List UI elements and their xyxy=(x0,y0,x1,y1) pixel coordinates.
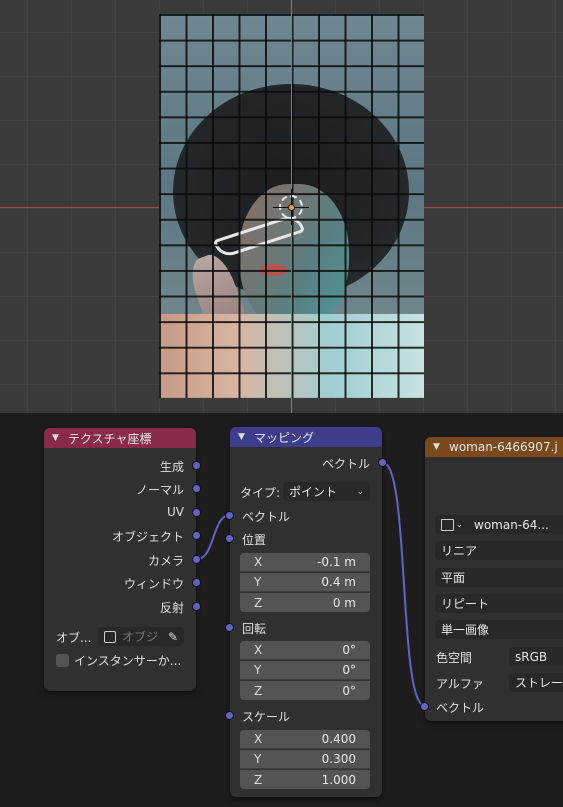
interpolation-dropdown[interactable]: リニア xyxy=(435,541,563,560)
color-space-label: 色空間 xyxy=(436,651,473,665)
socket-generated[interactable] xyxy=(192,461,201,470)
socket-vector-input[interactable] xyxy=(420,702,429,711)
chevron-down-icon: ⌄ xyxy=(356,486,364,497)
3d-viewport[interactable] xyxy=(0,0,563,413)
link-vector-to-image xyxy=(382,462,426,707)
output-uv: UV xyxy=(167,505,184,519)
axis-label: Z xyxy=(254,595,263,610)
collapse-chevron-icon[interactable]: ▼ xyxy=(433,442,443,452)
object-cube-icon xyxy=(104,630,116,643)
field-value: 0.400 xyxy=(321,732,356,746)
shader-node-editor[interactable]: ▼ テクスチャ座標 生成 ノーマル UV オブジェクト カメラ ウィンドウ 反射… xyxy=(0,413,563,807)
object-origin-icon xyxy=(288,204,295,211)
location-label: 位置 xyxy=(242,533,267,547)
socket-reflection[interactable] xyxy=(192,602,201,611)
rotation-label: 回転 xyxy=(242,622,267,636)
axis-label: Y xyxy=(254,575,262,589)
image-texture-header[interactable]: ▼ woman-6466907.j xyxy=(425,437,563,457)
color-space-dropdown[interactable]: sRGB xyxy=(509,647,563,666)
output-normal: ノーマル xyxy=(135,483,184,497)
projection-dropdown[interactable]: 平面 xyxy=(435,568,563,587)
mapping-header[interactable]: ▼ マッピング xyxy=(230,427,382,447)
field-value: -0.1 m xyxy=(317,555,356,569)
source-dropdown[interactable]: 単一画像 xyxy=(435,620,563,639)
field-value: 0° xyxy=(342,683,356,698)
chevron-down-icon: ⌄ xyxy=(455,519,463,530)
mapping-node[interactable]: ▼ マッピング ベクトル タイプ: ポイント ⌄ ベクトル 位置 X -0.1 m… xyxy=(225,427,387,797)
extension-value: リピート xyxy=(441,597,490,611)
output-window: ウィンドウ xyxy=(123,577,184,591)
collapse-chevron-icon[interactable]: ▼ xyxy=(238,432,248,442)
image-texture-node[interactable]: ▼ woman-6466907.j ⌄ woman-64... リニア 平面 リ… xyxy=(420,437,563,721)
color-space-value: sRGB xyxy=(515,649,548,664)
field-value: 1.000 xyxy=(321,772,356,787)
source-value: 単一画像 xyxy=(441,623,490,637)
field-value: 0° xyxy=(342,643,356,657)
socket-window[interactable] xyxy=(192,578,201,587)
rotation-z-field[interactable]: Z 0° xyxy=(240,681,370,700)
input-vector-label: ベクトル xyxy=(242,510,291,524)
node-title: woman-6466907.j xyxy=(449,440,558,454)
field-value: 0.300 xyxy=(321,752,356,766)
alpha-value: ストレー xyxy=(515,676,563,690)
node-title: マッピング xyxy=(254,430,315,445)
object-placeholder: オブジ xyxy=(122,630,159,644)
vector-input-label: ベクトル xyxy=(436,701,485,715)
axis-label: Y xyxy=(254,663,262,677)
socket-camera[interactable] xyxy=(192,555,201,564)
axis-label: X xyxy=(254,555,263,569)
node-title: テクスチャ座標 xyxy=(68,431,152,446)
texture-coordinate-header[interactable]: ▼ テクスチャ座標 xyxy=(44,428,196,448)
output-reflection: 反射 xyxy=(159,601,184,615)
field-value: 0° xyxy=(342,663,356,677)
scale-label: スケール xyxy=(242,710,291,724)
output-vector-label: ベクトル xyxy=(321,457,370,471)
object-selector[interactable]: オブジ ✎ xyxy=(98,627,184,646)
eyedropper-icon[interactable]: ✎ xyxy=(168,630,184,644)
collapse-chevron-icon[interactable]: ▼ xyxy=(52,433,62,443)
field-value: 0.4 m xyxy=(321,575,356,589)
projection-value: 平面 xyxy=(441,571,466,585)
socket-scale-input[interactable] xyxy=(225,711,234,720)
image-name: woman-64... xyxy=(474,517,549,532)
interpolation-value: リニア xyxy=(441,544,478,558)
image-name-field[interactable]: woman-64... xyxy=(468,515,563,534)
axis-label: X xyxy=(254,643,263,657)
instancer-checkbox[interactable] xyxy=(56,654,69,667)
type-value: ポイント xyxy=(289,485,338,499)
output-object: オブジェクト xyxy=(111,530,184,544)
image-browse-button[interactable]: ⌄ xyxy=(435,515,469,534)
output-generated: 生成 xyxy=(159,460,184,474)
rotation-y-field[interactable]: Y 0° xyxy=(240,661,370,680)
extension-dropdown[interactable]: リピート xyxy=(435,594,563,613)
image-icon xyxy=(441,518,454,531)
axis-label: X xyxy=(254,732,263,746)
socket-vector-output[interactable] xyxy=(378,458,387,467)
scale-z-field[interactable]: Z 1.000 xyxy=(240,770,370,789)
alpha-label: アルファ xyxy=(436,677,484,691)
location-z-field[interactable]: Z 0 m xyxy=(240,593,370,612)
socket-object[interactable] xyxy=(192,531,201,540)
socket-vector-input[interactable] xyxy=(225,511,234,520)
socket-location-input[interactable] xyxy=(225,534,234,543)
socket-normal[interactable] xyxy=(192,484,201,493)
rotation-x-field[interactable]: X 0° xyxy=(240,641,370,660)
instancer-label: インスタンサーか... xyxy=(74,654,182,668)
location-y-field[interactable]: Y 0.4 m xyxy=(240,573,370,592)
axis-label: Y xyxy=(254,752,262,766)
axis-label: Z xyxy=(254,683,263,698)
texture-coordinate-node[interactable]: ▼ テクスチャ座標 生成 ノーマル UV オブジェクト カメラ ウィンドウ 反射… xyxy=(44,428,201,691)
socket-uv[interactable] xyxy=(192,508,201,517)
socket-rotation-input[interactable] xyxy=(225,623,234,632)
output-camera: カメラ xyxy=(147,554,184,568)
location-x-field[interactable]: X -0.1 m xyxy=(240,553,370,572)
object-field-label: オブ... xyxy=(56,631,92,645)
alpha-dropdown[interactable]: ストレー xyxy=(509,673,563,692)
axis-label: Z xyxy=(254,772,263,787)
type-label: タイプ: xyxy=(240,486,281,500)
type-dropdown[interactable]: ポイント ⌄ xyxy=(283,482,370,501)
scale-x-field[interactable]: X 0.400 xyxy=(240,730,370,749)
field-value: 0 m xyxy=(332,595,356,610)
scale-y-field[interactable]: Y 0.300 xyxy=(240,750,370,769)
